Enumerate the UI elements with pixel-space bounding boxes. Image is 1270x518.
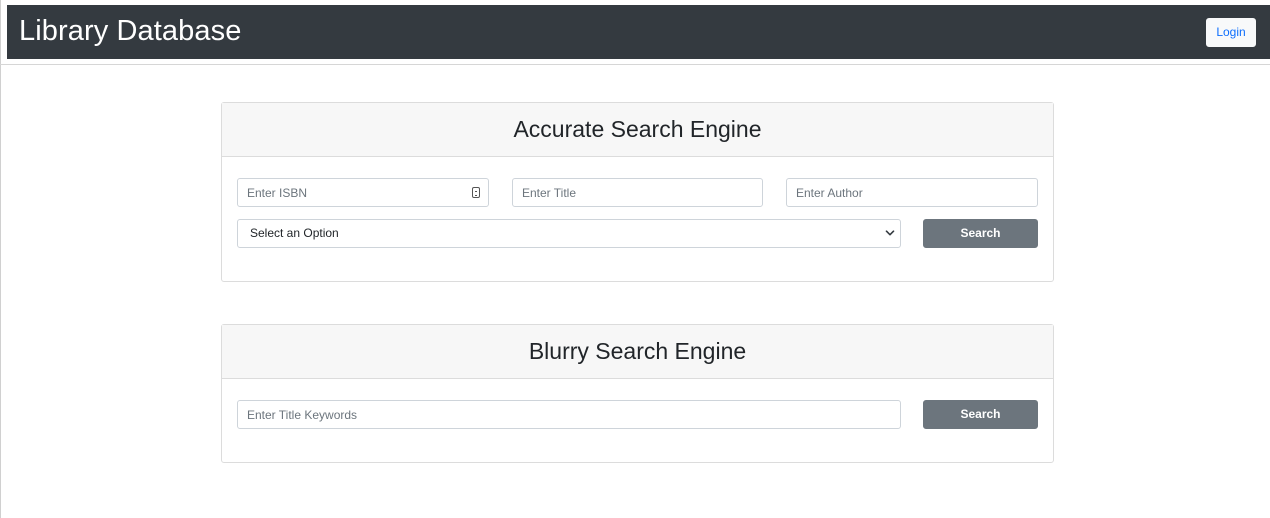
blurry-search-card: Blurry Search Engine Search: [221, 324, 1054, 463]
title-keywords-input[interactable]: [237, 400, 901, 429]
accurate-search-title: Accurate Search Engine: [513, 116, 762, 142]
isbn-field-wrapper: [237, 178, 489, 207]
option-select-value: Select an Option: [250, 226, 339, 240]
brand-title[interactable]: Library Database: [19, 13, 241, 49]
blurry-search-title: Blurry Search Engine: [528, 338, 747, 364]
login-button[interactable]: Login: [1206, 18, 1256, 47]
accurate-search-card: Accurate Search Engine Select an Option …: [221, 102, 1054, 282]
author-input[interactable]: [786, 178, 1038, 207]
page-edge: [0, 0, 1, 518]
navbar-divider: [0, 64, 1270, 65]
chevron-down-icon: [885, 230, 895, 236]
title-input[interactable]: [512, 178, 763, 207]
isbn-input[interactable]: [237, 178, 489, 207]
accurate-search-button[interactable]: Search: [923, 219, 1038, 248]
autofill-contact-icon[interactable]: [472, 187, 480, 198]
blurry-search-button[interactable]: Search: [923, 400, 1038, 429]
accurate-search-header: Accurate Search Engine: [222, 103, 1053, 157]
blurry-search-header: Blurry Search Engine: [222, 325, 1053, 379]
navbar: Library Database Login: [7, 5, 1270, 59]
option-select[interactable]: Select an Option: [237, 219, 901, 248]
